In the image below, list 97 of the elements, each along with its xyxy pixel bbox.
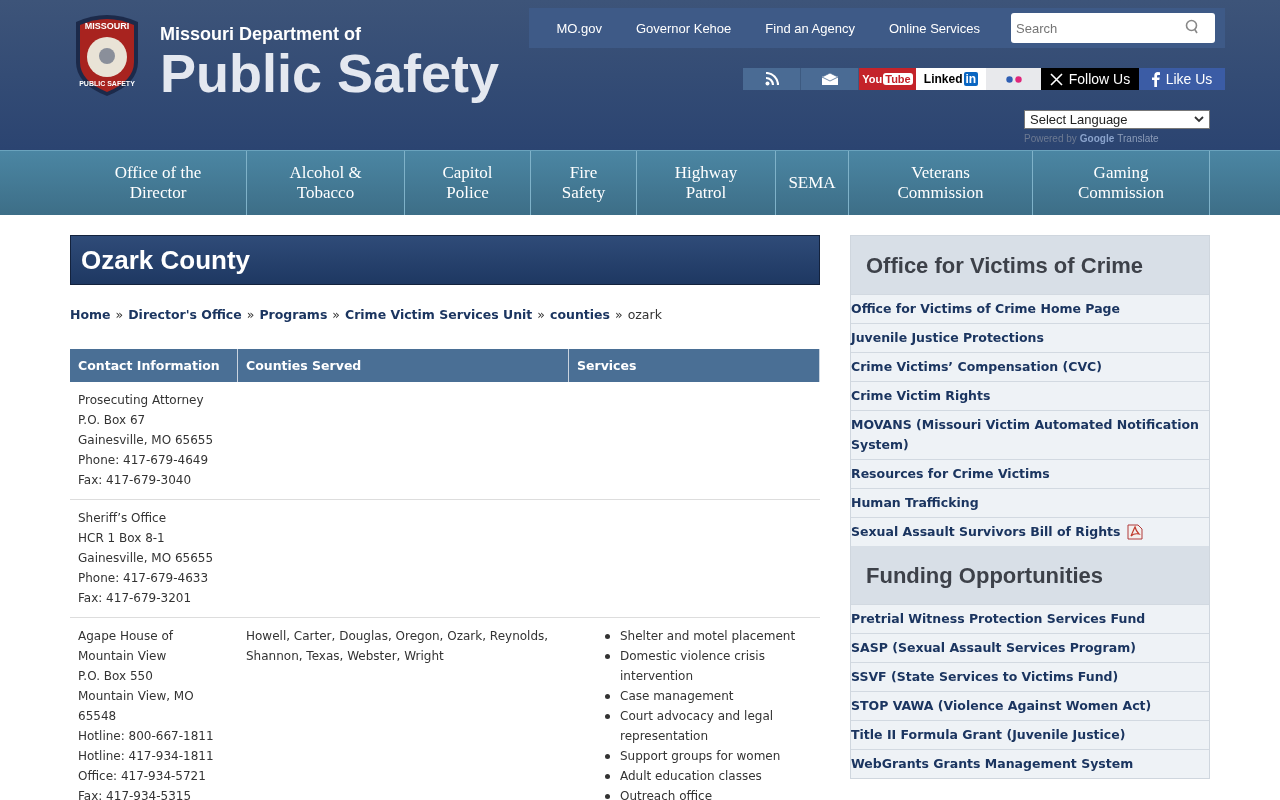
sidebar-link[interactable]: Office for Victims of Crime Home Page bbox=[851, 299, 1121, 319]
column-header: Contact Information bbox=[70, 349, 238, 382]
nav-item[interactable]: Fire Safety bbox=[531, 151, 637, 215]
envelope-icon bbox=[821, 73, 838, 85]
rss-icon bbox=[764, 72, 779, 86]
facebook-f-icon bbox=[1151, 71, 1160, 87]
rss-button[interactable] bbox=[743, 68, 801, 90]
contact-line: Fax: 417-934-5315 bbox=[78, 788, 193, 800]
translate-link[interactable]: Translate bbox=[1117, 133, 1159, 144]
contact-line: Fax: 417-679-3040 bbox=[78, 472, 193, 489]
counties-text: Howell, Carter, Douglas, Oregon, Ozark, Reynolds, Shannon, Texas, Webster, Wright bbox=[246, 628, 550, 665]
breadcrumb-link[interactable]: Director's Office bbox=[128, 305, 242, 325]
contact-line: P.O. Box 550 bbox=[78, 668, 154, 685]
bullet-icon bbox=[605, 694, 610, 699]
sidebar-link[interactable]: Human Trafficking bbox=[851, 493, 979, 513]
contact-line: Gainesville, MO 65655 bbox=[78, 432, 215, 449]
sidebar-heading: Office for Victims of Crime bbox=[851, 236, 1209, 294]
breadcrumb-separator: » bbox=[332, 306, 340, 324]
nav-item[interactable]: Alcohol & Tobacco bbox=[247, 151, 405, 215]
breadcrumb-separator: » bbox=[246, 306, 255, 324]
bullet-icon bbox=[605, 714, 610, 719]
search-field[interactable]: Search bbox=[1011, 13, 1215, 43]
follow-button[interactable]: Follow Us bbox=[1041, 68, 1139, 90]
breadcrumb-link[interactable]: Home bbox=[70, 305, 111, 325]
language-select[interactable]: Select Language bbox=[1024, 110, 1210, 129]
sidebar-link[interactable]: Juvenile Justice Protections bbox=[851, 328, 1044, 348]
google-logo: Google bbox=[1079, 133, 1115, 144]
breadcrumb-link[interactable]: counties bbox=[550, 305, 610, 325]
breadcrumb-link[interactable]: Programs bbox=[259, 305, 328, 325]
bullet-icon bbox=[605, 774, 610, 779]
flickr-button[interactable] bbox=[986, 68, 1041, 90]
site-title: Public Safety bbox=[160, 45, 500, 101]
sidebar-heading: Funding Opportunities bbox=[851, 546, 1209, 604]
contact-line: Phone: 417-679-4649 bbox=[78, 452, 210, 469]
contact-line: Mountain View, MO 65548 bbox=[78, 688, 195, 725]
breadcrumb-separator: » bbox=[614, 306, 623, 324]
service-item: Adult education classes bbox=[620, 768, 762, 785]
nav-item[interactable]: Capitol Police bbox=[405, 151, 531, 215]
column-header: Services bbox=[569, 349, 820, 382]
contact-line: Sheriff’s Office bbox=[78, 510, 168, 527]
top-link[interactable]: Find an Agency bbox=[748, 20, 872, 36]
breadcrumb-separator: » bbox=[537, 306, 545, 324]
sidebar-link[interactable]: STOP VAWA (Violence Against Women Act) bbox=[851, 696, 1152, 716]
email-button[interactable] bbox=[801, 68, 859, 90]
chevron-down-icon bbox=[1194, 116, 1204, 123]
top-link[interactable]: Online Services bbox=[871, 20, 997, 36]
sidebar-link[interactable]: Crime Victims’ Compensation (CVC) bbox=[851, 357, 1102, 377]
nav-item[interactable]: Office of the Director bbox=[70, 151, 247, 215]
nav-item[interactable]: Veterans Commission bbox=[849, 151, 1033, 215]
like-button[interactable]: Like Us bbox=[1139, 68, 1225, 90]
service-item: Shelter and motel placement bbox=[620, 628, 796, 645]
powered-by-text: Powered by bbox=[1024, 133, 1077, 144]
service-item: Outreach office bbox=[620, 788, 713, 800]
contact-line: Phone: 417-679-4633 bbox=[78, 570, 210, 587]
top-link[interactable]: Governor Kehoe bbox=[618, 20, 749, 36]
nav-item[interactable]: SEMA bbox=[776, 151, 849, 215]
breadcrumb-current: ozark bbox=[627, 306, 662, 324]
sidebar-link[interactable]: Sexual Assault Survivors Bill of Rights bbox=[851, 522, 1121, 542]
sidebar-link[interactable]: SASP (Sexual Assault Services Program) bbox=[851, 638, 1136, 658]
page-title: Ozark County bbox=[70, 235, 820, 285]
youtube-button[interactable]: You Tube bbox=[859, 68, 916, 90]
contact-line: HCR 1 Box 8-1 bbox=[78, 530, 166, 547]
two-dots-icon bbox=[1005, 75, 1022, 83]
top-link[interactable]: MO.gov bbox=[539, 20, 619, 36]
service-item: Support groups for women bbox=[620, 748, 781, 765]
service-item: Case management bbox=[620, 688, 734, 705]
contact-line: Hotline: 800-667-1811 bbox=[78, 728, 215, 745]
linkedin-button[interactable]: Linked in bbox=[916, 68, 986, 90]
department-name: Missouri Department of bbox=[160, 24, 363, 45]
search-icon[interactable] bbox=[1185, 19, 1199, 35]
x-logo-icon bbox=[1049, 72, 1063, 86]
contact-line: Gainesville, MO 65655 bbox=[78, 550, 215, 567]
sidebar-link[interactable]: Pretrial Witness Protection Services Fund bbox=[851, 609, 1146, 629]
bullet-icon bbox=[605, 754, 610, 759]
sidebar-link[interactable]: MOVANS (Missouri Victim Automated Notification System) bbox=[851, 415, 1209, 455]
contact-line: Agape House of Mountain View bbox=[78, 628, 175, 665]
sidebar-link[interactable]: WebGrants Grants Management System bbox=[851, 754, 1134, 774]
breadcrumb-link[interactable]: Crime Victim Services Unit bbox=[345, 305, 533, 325]
nav-item[interactable]: Gaming Commission bbox=[1033, 151, 1210, 215]
contact-line: Fax: 417-679-3201 bbox=[78, 590, 193, 607]
contact-line: Office: 417-934-5721 bbox=[78, 768, 207, 785]
sidebar-link[interactable]: Crime Victim Rights bbox=[851, 386, 991, 406]
bullet-icon bbox=[605, 794, 610, 799]
column-header: Counties Served bbox=[238, 349, 569, 382]
nav-item[interactable]: Highway Patrol bbox=[637, 151, 776, 215]
pdf-icon bbox=[1126, 524, 1143, 540]
sidebar-link[interactable]: Resources for Crime Victims bbox=[851, 464, 1050, 484]
bullet-icon bbox=[605, 634, 610, 639]
contact-line: Prosecuting Attorney bbox=[78, 392, 205, 409]
sidebar-link[interactable]: SSVF (State Services to Victims Fund) bbox=[851, 667, 1119, 687]
contact-line: P.O. Box 67 bbox=[78, 412, 147, 429]
service-item: Domestic violence crisis intervention bbox=[620, 648, 766, 685]
bullet-icon bbox=[605, 654, 610, 659]
contact-line: Hotline: 417-934-1811 bbox=[78, 748, 215, 765]
sidebar-link[interactable]: Title II Formula Grant (Juvenile Justice) bbox=[851, 725, 1126, 745]
service-item: Court advocacy and legal representation bbox=[620, 708, 775, 745]
breadcrumb-separator: » bbox=[115, 306, 124, 324]
